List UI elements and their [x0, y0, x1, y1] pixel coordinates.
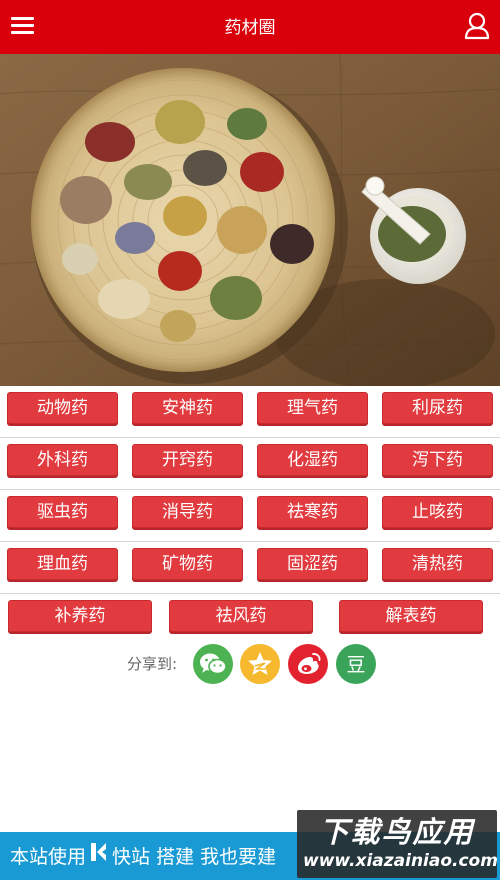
- footer-suffix: 搭建 我也要建: [156, 846, 277, 868]
- wechat-icon[interactable]: [193, 644, 233, 684]
- category-button[interactable]: 利尿药: [382, 392, 493, 424]
- kuaizhan-logo-icon: [90, 832, 108, 880]
- footer-prefix: 本站使用: [10, 846, 87, 868]
- page-title: 药材圈: [224, 18, 276, 38]
- category-button[interactable]: 固涩药: [257, 548, 368, 580]
- footer-brand: 快站: [112, 846, 151, 868]
- category-button[interactable]: 补养药: [8, 600, 152, 632]
- watermark-title: 下载鸟应用: [319, 815, 475, 849]
- banner-image[interactable]: [0, 54, 500, 386]
- category-button[interactable]: 祛寒药: [257, 496, 368, 528]
- category-button[interactable]: 泻下药: [382, 444, 493, 476]
- category-button[interactable]: 消导药: [132, 496, 243, 528]
- footer-text[interactable]: 本站使用 快站 搭建 我也要建: [10, 832, 276, 880]
- category-row: 补养药 祛风药 解表药: [0, 594, 500, 646]
- category-row: 理血药 矿物药 固涩药 清热药: [0, 542, 500, 594]
- category-button[interactable]: 清热药: [382, 548, 493, 580]
- douban-glyph: 豆: [346, 654, 365, 676]
- site-watermark: 下载鸟应用 www.xiazainiao.com: [297, 810, 497, 878]
- category-button[interactable]: 动物药: [7, 392, 118, 424]
- user-icon[interactable]: [464, 12, 490, 40]
- top-bar: 药材圈: [0, 0, 500, 54]
- weibo-icon[interactable]: [288, 644, 328, 684]
- category-row: 动物药 安神药 理气药 利尿药: [0, 386, 500, 438]
- share-label: 分享到:: [127, 655, 178, 673]
- category-button[interactable]: 矿物药: [132, 548, 243, 580]
- category-button[interactable]: 祛风药: [169, 600, 313, 632]
- category-button[interactable]: 安神药: [132, 392, 243, 424]
- douban-icon[interactable]: 豆: [336, 644, 376, 684]
- category-button[interactable]: 开窍药: [132, 444, 243, 476]
- qzone-star-icon[interactable]: [240, 644, 280, 684]
- category-row: 驱虫药 消导药 祛寒药 止咳药: [0, 490, 500, 542]
- category-button[interactable]: 理血药: [7, 548, 118, 580]
- category-button[interactable]: 理气药: [257, 392, 368, 424]
- category-button[interactable]: 驱虫药: [7, 496, 118, 528]
- category-button[interactable]: 化湿药: [257, 444, 368, 476]
- watermark-url: www.xiazainiao.com: [303, 851, 497, 871]
- category-button[interactable]: 止咳药: [382, 496, 493, 528]
- category-row: 外科药 开窍药 化湿药 泻下药: [0, 438, 500, 490]
- category-button[interactable]: 解表药: [339, 600, 483, 632]
- category-button[interactable]: 外科药: [7, 444, 118, 476]
